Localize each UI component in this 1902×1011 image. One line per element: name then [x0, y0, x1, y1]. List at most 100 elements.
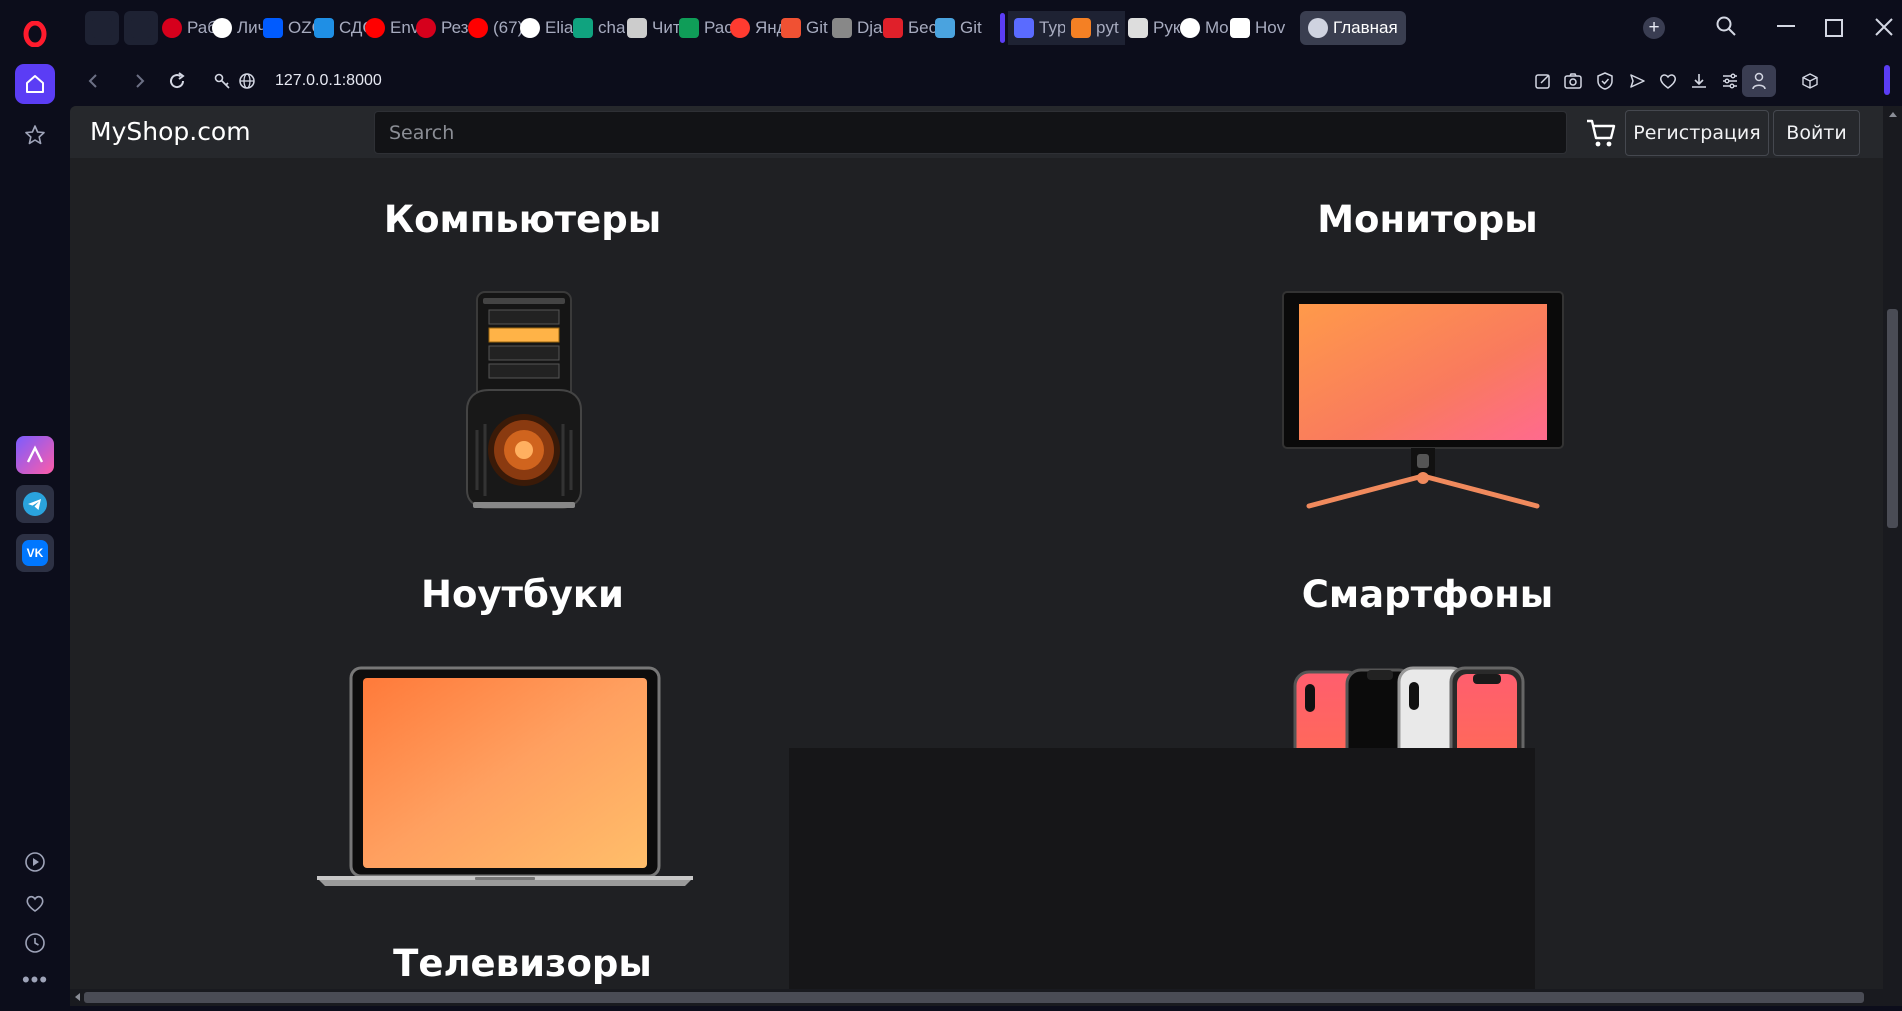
ozon-icon [263, 18, 283, 38]
forward-button[interactable] [127, 68, 153, 94]
maximize-window-icon[interactable] [1825, 19, 1843, 37]
tab-label: Рук [1153, 18, 1181, 37]
tab-label: Hov [1255, 18, 1286, 37]
star-icon[interactable] [15, 115, 55, 155]
youtube-icon [468, 18, 488, 38]
home-icon[interactable] [15, 64, 55, 104]
tab-label: (67) [493, 18, 524, 37]
reload-button[interactable] [164, 68, 190, 94]
horizontal-scrollbar[interactable] [70, 989, 1883, 1006]
mail-m-icon [832, 18, 852, 38]
youtube-icon [365, 18, 385, 38]
tab-label: Git [960, 18, 982, 37]
tab-label: Dja [857, 18, 883, 37]
category-card-monitors[interactable]: Мониторы [975, 158, 1880, 533]
more-dots-icon[interactable]: ••• [15, 960, 55, 1000]
tab-Бес[interactable]: Бес [883, 11, 937, 45]
cloud-git-icon [935, 18, 955, 38]
close-window-icon[interactable] [1873, 16, 1895, 43]
opera-logo-icon[interactable] [15, 14, 55, 54]
tab-label: Бес [908, 18, 938, 37]
camera-icon[interactable] [1560, 68, 1586, 94]
tab-Hov[interactable]: Hov [1230, 11, 1285, 45]
tab-Янд[interactable]: Янд [730, 11, 787, 45]
scroll-left-arrow-icon[interactable] [75, 993, 80, 1001]
tab-Git[interactable]: Git [935, 11, 982, 45]
tab-label: Elia [545, 18, 574, 37]
tab-Elia[interactable]: Elia [520, 11, 573, 45]
favorite-heart-icon[interactable] [1655, 68, 1681, 94]
url-field[interactable]: 127.0.0.1:8000 [275, 69, 382, 93]
tab-pyt[interactable]: pyt [1065, 11, 1125, 45]
back-button[interactable] [80, 68, 106, 94]
tab-Главная[interactable]: Главная [1300, 11, 1406, 45]
telegram-icon[interactable] [16, 485, 54, 523]
tab-pause[interactable] [124, 11, 158, 45]
tab-Mo[interactable]: Mo [1180, 11, 1229, 45]
cart-icon[interactable] [1585, 118, 1617, 153]
register-button[interactable]: Регистрация [1625, 110, 1769, 156]
monitor-image [1281, 290, 1565, 519]
page-viewport: MyShop.com Регистрация Войти Компьютеры [70, 106, 1883, 1006]
tab-label: Рез [441, 18, 469, 37]
profile-icon[interactable] [1742, 65, 1776, 97]
site-brand[interactable]: MyShop.com [90, 106, 251, 158]
aria-app-icon[interactable] [16, 436, 54, 474]
category-title: Компьютеры [383, 198, 662, 241]
tab-Typ[interactable]: Typ [1008, 11, 1073, 45]
tab-label: Git [806, 18, 828, 37]
tab-Раб[interactable]: Раб [162, 11, 217, 45]
login-button[interactable]: Войти [1773, 110, 1860, 156]
extensions-cube-icon[interactable] [1797, 68, 1823, 94]
heart-icon[interactable] [15, 883, 55, 923]
horizontal-scroll-thumb[interactable] [84, 992, 1864, 1003]
player-icon[interactable] [15, 842, 55, 882]
minimize-window-icon[interactable] [1777, 25, 1795, 27]
m-italic-icon [1128, 18, 1148, 38]
tab-Лич[interactable]: Лич [212, 11, 267, 45]
tab-label: Env [390, 18, 420, 37]
tab-Env[interactable]: Env [365, 11, 419, 45]
download-icon[interactable] [1686, 68, 1712, 94]
scroll-up-arrow-icon[interactable] [1889, 112, 1897, 117]
gmail-icon [92, 18, 112, 38]
tab-(67)[interactable]: (67) [468, 11, 523, 45]
easy-setup-icon[interactable] [1717, 68, 1743, 94]
stack-icon [1071, 18, 1091, 38]
shield-icon[interactable] [1592, 68, 1618, 94]
snapshot-edit-icon[interactable] [1530, 68, 1556, 94]
hh-icon [416, 18, 436, 38]
tab-Рез[interactable]: Рез [416, 11, 468, 45]
tab-label: Typ [1039, 18, 1067, 37]
tab-Рас[interactable]: Рас [679, 11, 733, 45]
tab-label: pyt [1096, 18, 1119, 37]
vk-icon[interactable]: VK [16, 534, 54, 572]
laptop-image [315, 666, 695, 893]
tab-label: cha [598, 18, 626, 37]
send-icon[interactable] [1624, 68, 1650, 94]
hh-icon [162, 18, 182, 38]
search-tabs-icon[interactable] [1715, 15, 1737, 42]
vertical-scrollbar[interactable] [1883, 106, 1902, 1006]
tab-Git[interactable]: Git [781, 11, 828, 45]
category-card-computers[interactable]: Компьютеры [70, 158, 975, 533]
vertical-scroll-thumb[interactable] [1887, 309, 1898, 528]
git-icon [781, 18, 801, 38]
github-icon [1180, 18, 1200, 38]
tab-Рук[interactable]: Рук [1128, 11, 1180, 45]
computer-tower-image [465, 290, 583, 515]
tab-gmail[interactable] [85, 11, 119, 45]
site-settings-key-icon[interactable] [209, 68, 235, 94]
category-title: Смартфоны [1301, 573, 1554, 616]
tab-Dja[interactable]: Dja [832, 11, 883, 45]
history-clock-icon[interactable] [15, 923, 55, 963]
tab-strip: Раб Лич OZO СДС Env Рез (67) Elia cha Чит Рас Янд Gi… [70, 0, 1902, 56]
sidebar-toggle-indicator[interactable] [1884, 65, 1890, 95]
map-pin-icon [730, 18, 750, 38]
tab-cha[interactable]: cha [573, 11, 625, 45]
search-input[interactable] [374, 111, 1567, 154]
browser-sidebar: VK ••• [0, 0, 70, 1011]
tab-label: Чит [652, 18, 681, 37]
new-tab-button[interactable]: + [1637, 11, 1671, 45]
tab-Чит[interactable]: Чит [627, 11, 681, 45]
